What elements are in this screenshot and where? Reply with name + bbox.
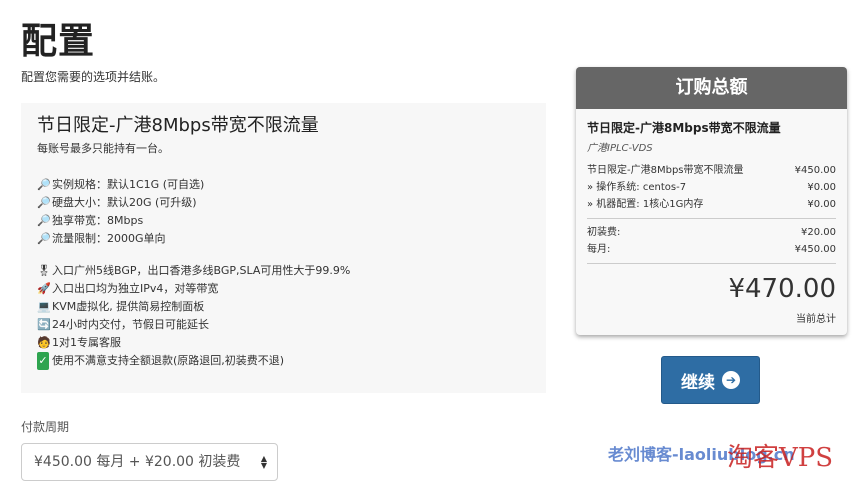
product-limit-note: 每账号最多只能持有一台。 [37, 142, 169, 155]
feature-item: 🔄24小时内交付，节假日可能延长 [37, 316, 530, 334]
laptop-icon: 💻 [37, 300, 51, 313]
summary-line-item: 节日限定-广港8Mbps带宽不限流量 ¥450.00 [587, 165, 836, 176]
order-summary-title: 订购总额 [576, 67, 847, 109]
feature-item: 🚀入口出口均为独立IPv4，对等带宽 [37, 280, 530, 298]
setup-fee-row: 初装费: ¥20.00 [587, 227, 836, 238]
product-info-card: 节日限定-广港8Mbps带宽不限流量 每账号最多只能持有一台。 🔎实例规格：默认… [21, 103, 546, 393]
summary-line-items: 节日限定-广港8Mbps带宽不限流量 ¥450.00 » 操作系统: centos… [587, 162, 836, 219]
support-person-icon: 🧑 [37, 336, 51, 349]
summary-product-group: 广港IPLC-VDS [587, 143, 653, 154]
rocket-icon: 🚀 [37, 282, 51, 295]
total-amount: ¥470.00 [728, 274, 836, 304]
total-label: 当前总计 [796, 314, 836, 325]
feature-item: ✓ 使用不满意支持全额退款(原路退回,初装费不退) [37, 352, 530, 370]
continue-button[interactable]: 继续 ➔ [661, 356, 760, 404]
order-summary-panel: 订购总额 节日限定-广港8Mbps带宽不限流量 广港IPLC-VDS 节日限定-… [576, 67, 847, 335]
spec-list: 🔎实例规格：默认1C1G (可自选) 🔎硬盘大小：默认20G (可升级) 🔎独享… [37, 176, 530, 248]
billing-cycle-label: 付款周期 [21, 420, 70, 434]
checkmark-icon: ✓ [37, 352, 49, 370]
billing-cycle-select[interactable]: ¥450.00 每月 + ¥20.00 初装费 ▲ ▼ [21, 443, 278, 481]
summary-fees: 初装费: ¥20.00 每月: ¥450.00 [587, 219, 836, 264]
feature-list: 🎖入口广州5线BGP，出口香港多线BGP,SLA可用性大于99.9% 🚀入口出口… [37, 262, 530, 370]
medal-icon: 🎖 [37, 264, 51, 277]
summary-line-item: » 机器配置: 1核心1G内存 ¥0.00 [587, 199, 836, 210]
magnifier-icon: 🔎 [37, 178, 51, 191]
magnifier-icon: 🔎 [37, 214, 51, 227]
product-name: 节日限定-广港8Mbps带宽不限流量 [37, 115, 319, 136]
watermark-brand: 淘客VPS [727, 443, 834, 473]
spec-item: 🔎硬盘大小：默认20G (可升级) [37, 194, 530, 212]
spec-item: 🔎流量限制：2000G单向 [37, 230, 530, 248]
page-title: 配置 [21, 21, 96, 62]
billing-cycle-value: ¥450.00 每月 + ¥20.00 初装费 [34, 454, 241, 470]
select-caret-icon: ▲ ▼ [260, 454, 267, 470]
feature-item: 🧑1对1专属客服 [37, 334, 530, 352]
feature-item: 🎖入口广州5线BGP，出口香港多线BGP,SLA可用性大于99.9% [37, 262, 530, 280]
magnifier-icon: 🔎 [37, 196, 51, 209]
spec-item: 🔎实例规格：默认1C1G (可自选) [37, 176, 530, 194]
refresh-icon: 🔄 [37, 318, 51, 331]
page-subtitle: 配置您需要的选项并结账。 [21, 70, 166, 84]
summary-line-item: » 操作系统: centos-7 ¥0.00 [587, 182, 836, 193]
monthly-fee-row: 每月: ¥450.00 [587, 244, 836, 255]
continue-label: 继续 [681, 372, 715, 393]
feature-item: 💻KVM虚拟化, 提供简易控制面板 [37, 298, 530, 316]
magnifier-icon: 🔎 [37, 232, 51, 245]
arrow-right-circle-icon: ➔ [722, 371, 740, 389]
summary-product-name: 节日限定-广港8Mbps带宽不限流量 [587, 121, 781, 135]
spec-item: 🔎独享带宽：8Mbps [37, 212, 530, 230]
